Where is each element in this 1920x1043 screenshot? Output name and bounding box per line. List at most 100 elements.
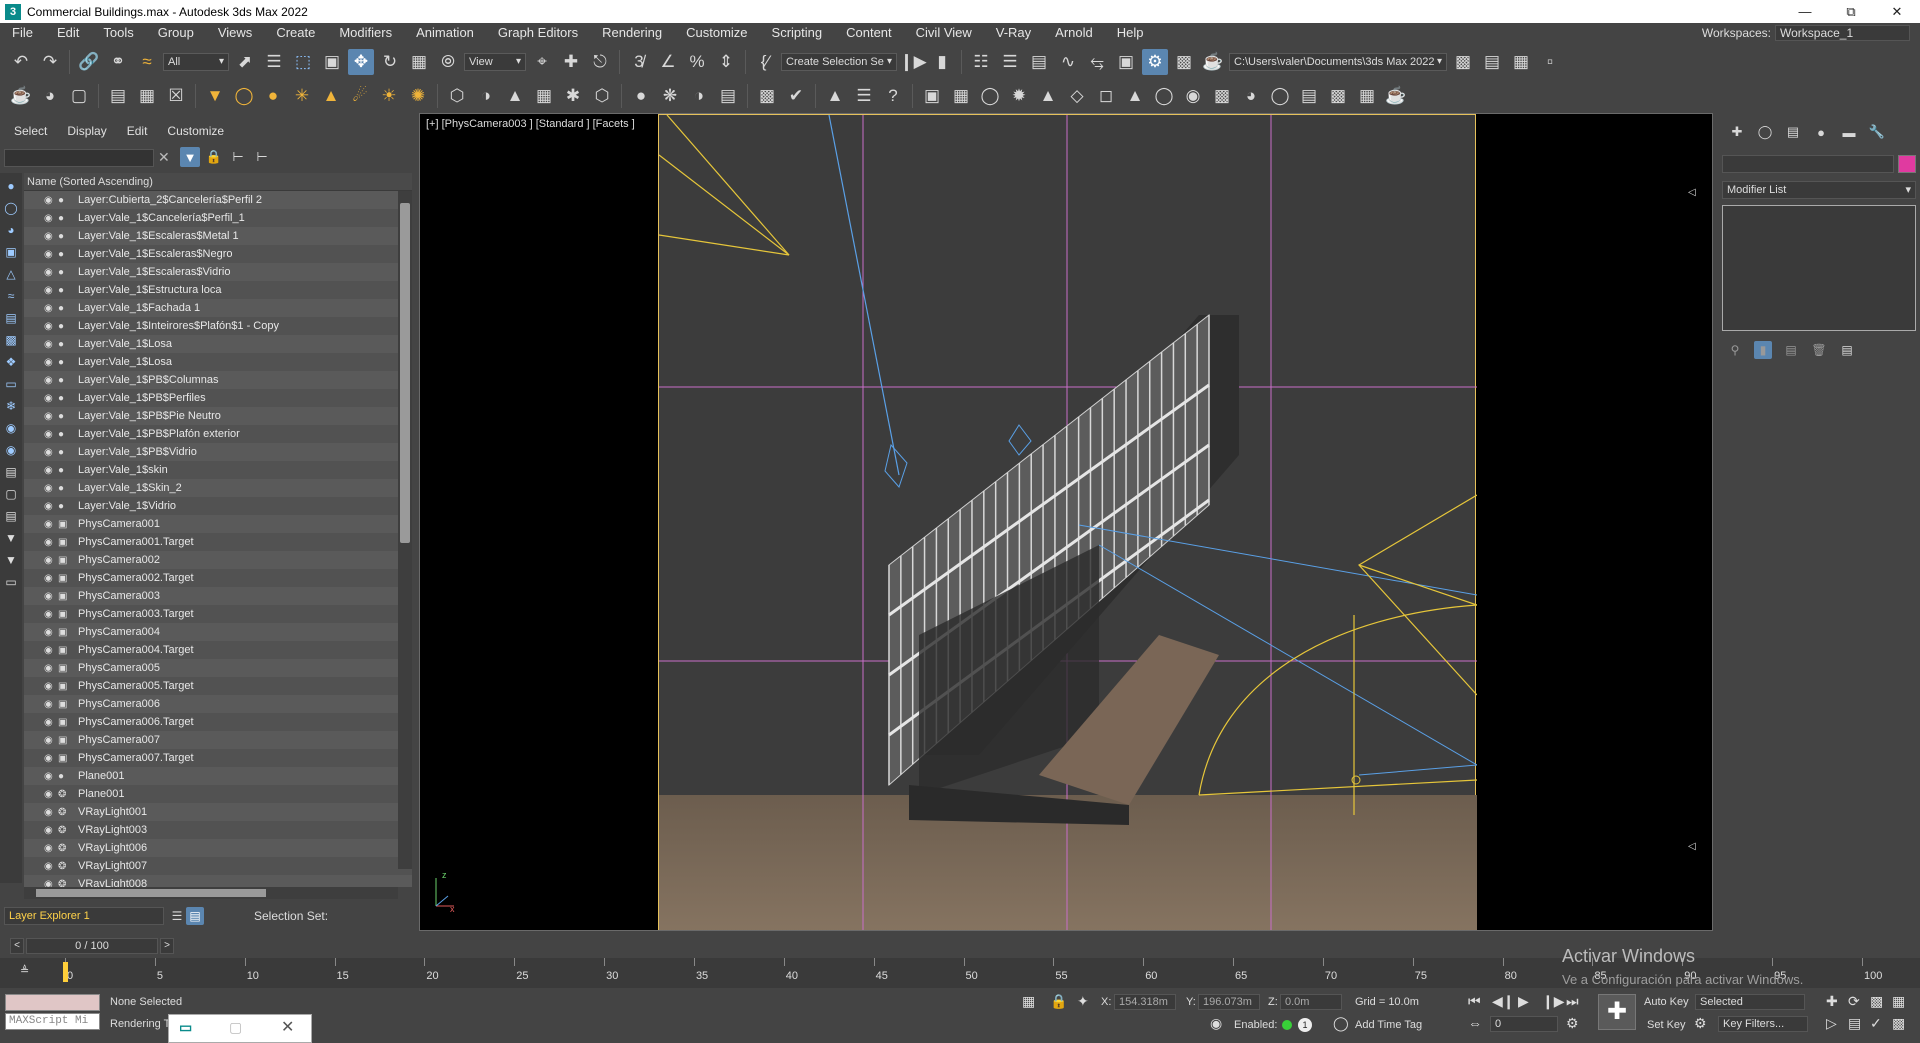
- filter-funnel2-icon[interactable]: ▼: [3, 551, 19, 569]
- maxscript-listener-field[interactable]: [5, 994, 100, 1011]
- toggle-layer-explorer-icon[interactable]: ☰: [997, 49, 1023, 75]
- visibility-eye-icon[interactable]: ◉: [44, 663, 58, 674]
- xref-filter-icon[interactable]: ▩: [3, 331, 19, 349]
- toggle-scene-explorer-icon[interactable]: ☷: [968, 49, 994, 75]
- track-bar-menu-icon[interactable]: ≜: [20, 964, 29, 977]
- unlink-icon[interactable]: ⚭: [105, 49, 131, 75]
- menu-vray[interactable]: V-Ray: [984, 23, 1043, 43]
- key-filters-button[interactable]: Key Filters...: [1718, 1016, 1808, 1032]
- mesh-light-icon[interactable]: ◇: [1064, 83, 1090, 109]
- spacewarp-filter-icon[interactable]: ≈: [3, 287, 19, 305]
- add-time-tag[interactable]: Add Time Tag: [1355, 1019, 1422, 1031]
- visibility-eye-icon[interactable]: ◉: [44, 735, 58, 746]
- visibility-eye-icon[interactable]: ◉: [44, 807, 58, 818]
- visibility-eye-icon[interactable]: ◉: [44, 843, 58, 854]
- object-color-swatch[interactable]: [1898, 155, 1916, 173]
- workspace-select[interactable]: Workspace_1: [1775, 25, 1910, 41]
- list-item[interactable]: ◉ ● Layer:Vale_1$Inteirores$Plafón$1 - Cop…: [24, 317, 412, 335]
- select-manipulate-icon[interactable]: ✚: [558, 49, 584, 75]
- list-item[interactable]: ◉ ❂ VRayLight003: [24, 821, 412, 839]
- scrollbar-thumb[interactable]: [400, 203, 410, 543]
- configure-modifier-sets-icon[interactable]: ▤: [1838, 341, 1856, 359]
- remove-modifier-icon[interactable]: 🗑: [1810, 341, 1828, 359]
- visibility-eye-icon[interactable]: ◉: [44, 573, 58, 584]
- toggle-ribbon-icon[interactable]: ▤: [1026, 49, 1052, 75]
- nav-dolly-icon[interactable]: ▩: [1870, 993, 1883, 1010]
- menu-file[interactable]: File: [0, 23, 45, 43]
- arnold-render-view-icon[interactable]: ▩: [754, 83, 780, 109]
- goto-end-icon[interactable]: ⏭: [1566, 993, 1579, 1010]
- visibility-eye-icon[interactable]: ◉: [44, 429, 58, 440]
- list-item[interactable]: ◉ ● Layer:Vale_1$Escaleras$Vidrio: [24, 263, 412, 281]
- display-none-icon[interactable]: ▤: [3, 463, 19, 481]
- layout-icon-3[interactable]: ▦: [1354, 83, 1380, 109]
- visibility-eye-icon[interactable]: ◉: [44, 627, 58, 638]
- visibility-eye-icon[interactable]: ◉: [44, 393, 58, 404]
- folder-icon[interactable]: ▭: [3, 573, 19, 591]
- reference-coordinate-dropdown[interactable]: View: [464, 53, 526, 71]
- helper-filter-icon[interactable]: △: [3, 265, 19, 283]
- sphere-light-icon[interactable]: ◕: [37, 83, 63, 109]
- scene-workspace-icon-3[interactable]: ▦: [1508, 49, 1534, 75]
- y-coordinate-field[interactable]: 196.073m: [1198, 994, 1260, 1010]
- point-light-icon[interactable]: ◯: [977, 83, 1003, 109]
- pivot-center-icon[interactable]: ⌖: [529, 49, 555, 75]
- camera-filter-icon[interactable]: ▣: [3, 243, 19, 261]
- multi-camera-icon[interactable]: ▦: [948, 83, 974, 109]
- arnold-sphere-icon[interactable]: ●: [628, 83, 654, 109]
- visibility-eye-icon[interactable]: ◉: [44, 555, 58, 566]
- project-folder-dropdown[interactable]: C:\Users\valer\Documents\3ds Max 2022: [1229, 53, 1447, 71]
- frozen-filter-icon[interactable]: ❄: [3, 397, 19, 415]
- selection-filter-dropdown[interactable]: All: [163, 53, 229, 71]
- visibility-eye-icon[interactable]: ◉: [44, 771, 58, 782]
- box-icon[interactable]: ▢: [66, 83, 92, 109]
- visibility-eye-icon[interactable]: ◉: [44, 699, 58, 710]
- visibility-eye-icon[interactable]: ◉: [44, 285, 58, 296]
- enabled-indicator[interactable]: [1282, 1020, 1292, 1030]
- scene-workspace-icon-1[interactable]: ▩: [1450, 49, 1476, 75]
- current-frame-marker[interactable]: [63, 962, 68, 982]
- list-item[interactable]: ◉ ▣ PhysCamera004.Target: [24, 641, 412, 659]
- vray-sphere-fade-icon[interactable]: ◑: [473, 83, 499, 109]
- filter-funnel-icon[interactable]: ▼: [3, 529, 19, 547]
- modifier-stack[interactable]: [1722, 205, 1916, 331]
- display-tab-icon[interactable]: ▬: [1840, 123, 1858, 141]
- explorer-menu-display[interactable]: Display: [67, 124, 106, 138]
- render-setup-icon[interactable]: ⚙: [1142, 49, 1168, 75]
- menu-create[interactable]: Create: [264, 23, 327, 43]
- x-coordinate-field[interactable]: 154.318m: [1114, 994, 1176, 1010]
- set-key-big-icon[interactable]: ✚: [1598, 994, 1636, 1030]
- list-item[interactable]: ◉ ● Layer:Vale_1$skin: [24, 461, 412, 479]
- select-and-scale-icon[interactable]: ▦: [406, 49, 432, 75]
- pin-stack-icon[interactable]: ⚲: [1726, 341, 1744, 359]
- time-slider-thumb[interactable]: 0 / 100: [26, 938, 158, 954]
- vray-fur-icon[interactable]: ▦: [134, 83, 160, 109]
- visibility-eye-icon[interactable]: ◉: [44, 483, 58, 494]
- nav-fov-icon[interactable]: ▷: [1826, 1015, 1837, 1032]
- list-item[interactable]: ◉ ▣ PhysCamera003: [24, 587, 412, 605]
- menu-scripting[interactable]: Scripting: [760, 23, 835, 43]
- list-item[interactable]: ◉ ● Layer:Vale_1$PB$Vidrio: [24, 443, 412, 461]
- select-object-icon[interactable]: ⬈: [232, 49, 258, 75]
- visibility-eye-icon[interactable]: ◉: [44, 825, 58, 836]
- list-item[interactable]: ◉ ▣ PhysCamera002: [24, 551, 412, 569]
- menu-rendering[interactable]: Rendering: [590, 23, 674, 43]
- angle-snap-icon[interactable]: ∠: [655, 49, 681, 75]
- visibility-eye-icon[interactable]: ◉: [44, 861, 58, 872]
- schematic-view-icon[interactable]: ⥃: [1084, 49, 1110, 75]
- list-item[interactable]: ◉ ▣ PhysCamera006.Target: [24, 713, 412, 731]
- layout-icon-2[interactable]: ▩: [1325, 83, 1351, 109]
- visibility-eye-icon[interactable]: ◉: [44, 195, 58, 206]
- modifier-list-dropdown[interactable]: Modifier List: [1722, 181, 1916, 199]
- link-icon[interactable]: 🔗: [76, 49, 102, 75]
- redo-icon[interactable]: ↷: [37, 49, 63, 75]
- visibility-eye-icon[interactable]: ◉: [44, 411, 58, 422]
- undo-icon[interactable]: ↶: [8, 49, 34, 75]
- next-frame-icon[interactable]: ❙▶: [1542, 993, 1565, 1010]
- list-item[interactable]: ◉ ● Layer:Vale_1$Vidrio: [24, 497, 412, 515]
- preview-close-icon[interactable]: ✕: [281, 1017, 294, 1037]
- select-and-rotate-icon[interactable]: ↻: [377, 49, 403, 75]
- vray-proxy-icon[interactable]: ▤: [105, 83, 131, 109]
- create-tab-icon[interactable]: ✚: [1728, 123, 1746, 141]
- maxscript-mini-field[interactable]: MAXScript Mi: [5, 1013, 100, 1030]
